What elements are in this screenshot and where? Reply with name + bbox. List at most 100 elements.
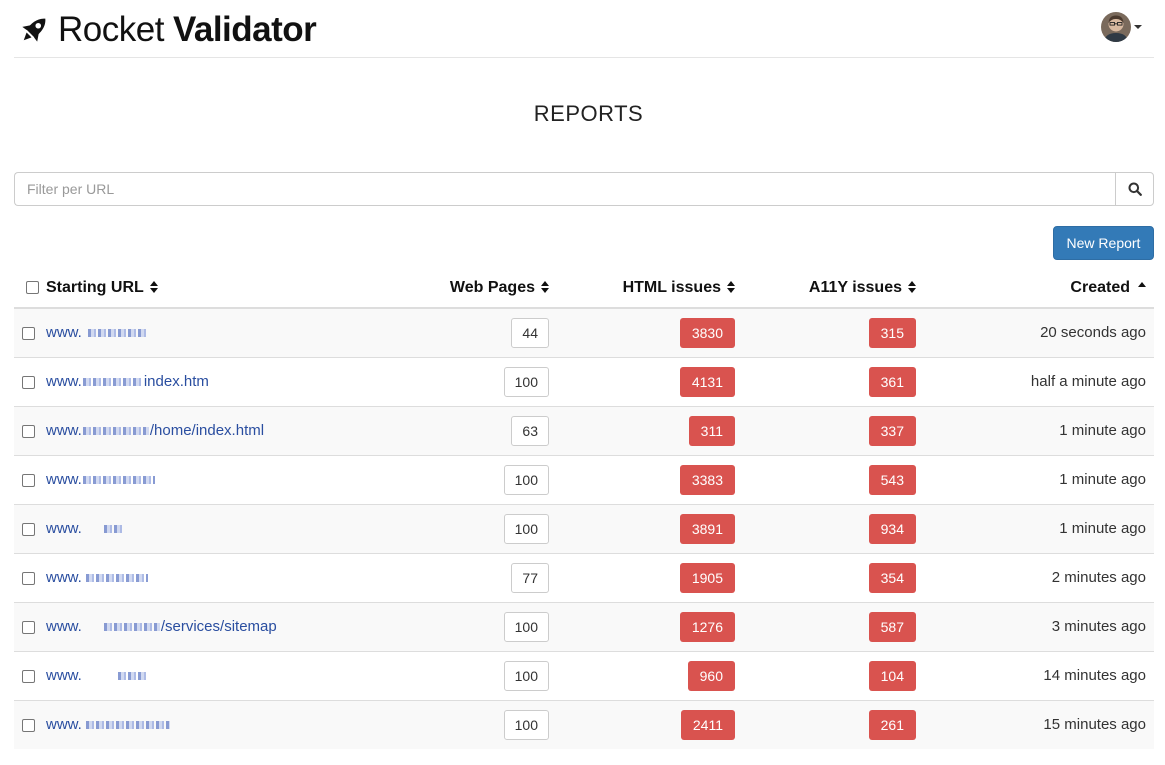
html-issues-badge[interactable]: 960 xyxy=(687,660,735,691)
brand-name: Rocket Validator xyxy=(58,10,317,50)
created-time: 15 minutes ago xyxy=(924,699,1154,749)
a11y-issues-cell: 934 xyxy=(743,503,924,553)
row-checkbox[interactable] xyxy=(22,424,35,438)
column-header-label[interactable]: Web Pages xyxy=(450,279,535,296)
sort-icon[interactable] xyxy=(149,281,158,294)
a11y-issues-badge[interactable]: 104 xyxy=(868,660,916,691)
row-select-cell xyxy=(14,356,42,406)
row-select-cell xyxy=(14,307,42,357)
starting-url-link[interactable]: www. /home/index.html xyxy=(46,422,264,439)
a11y-issues-badge[interactable]: 934 xyxy=(868,513,916,544)
new-report-button[interactable]: New Report xyxy=(1053,226,1154,260)
column-header-label[interactable]: HTML issues xyxy=(623,279,721,296)
a11y-issues-badge[interactable]: 543 xyxy=(868,464,916,495)
html-issues-badge[interactable]: 3383 xyxy=(679,464,735,495)
starting-url-link[interactable]: www. xyxy=(46,716,171,733)
starting-url-link[interactable]: www. xyxy=(46,324,147,341)
column-header-label[interactable]: Starting URL xyxy=(46,279,144,296)
a11y-issues-badge[interactable]: 337 xyxy=(868,415,916,446)
url-prefix: www. xyxy=(46,716,82,734)
chevron-down-icon xyxy=(1134,25,1142,29)
web-pages-count[interactable]: 44 xyxy=(511,317,549,348)
sort-icon[interactable] xyxy=(727,281,735,294)
row-checkbox[interactable] xyxy=(22,326,35,340)
brand-name-bold: Validator xyxy=(172,10,317,49)
web-pages-cell: 100 xyxy=(422,601,557,651)
html-issues-cell: 4131 xyxy=(557,356,743,406)
sort-icon[interactable] xyxy=(908,281,916,294)
starting-url-link[interactable]: www. index.htm xyxy=(46,373,209,390)
web-pages-count[interactable]: 77 xyxy=(511,562,549,593)
row-checkbox[interactable] xyxy=(22,718,35,732)
html-issues-cell: 1276 xyxy=(557,601,743,651)
web-pages-count[interactable]: 100 xyxy=(503,611,549,642)
a11y-issues-badge[interactable]: 361 xyxy=(868,366,916,397)
column-web-pages: Web Pages xyxy=(422,268,557,309)
row-checkbox[interactable] xyxy=(22,473,35,487)
row-checkbox[interactable] xyxy=(22,522,35,536)
html-issues-badge[interactable]: 4131 xyxy=(679,366,735,397)
row-select-cell xyxy=(14,503,42,553)
web-pages-cell: 100 xyxy=(422,699,557,749)
table-row: www. /home/index.html 63 311 337 1 minute… xyxy=(14,405,1154,455)
url-prefix: www. xyxy=(46,569,82,586)
row-select-cell xyxy=(14,552,42,602)
html-issues-badge[interactable]: 3891 xyxy=(679,513,735,544)
web-pages-cell: 100 xyxy=(422,503,557,553)
url-prefix: www. xyxy=(46,667,82,684)
sort-icon[interactable] xyxy=(541,281,549,294)
row-checkbox[interactable] xyxy=(22,669,35,683)
search-input[interactable] xyxy=(14,172,1115,206)
column-header-label[interactable]: A11Y issues xyxy=(809,279,902,296)
a11y-issues-cell: 337 xyxy=(743,405,924,455)
a11y-issues-badge[interactable]: 315 xyxy=(868,317,916,348)
search-button[interactable] xyxy=(1115,172,1154,206)
created-time: 2 minutes ago xyxy=(924,552,1154,602)
a11y-issues-badge[interactable]: 261 xyxy=(868,709,916,740)
html-issues-badge[interactable]: 3830 xyxy=(679,317,735,348)
a11y-issues-cell: 104 xyxy=(743,650,924,700)
url-path: index.htm xyxy=(143,373,209,390)
starting-url-link[interactable]: www. /services/sitemap xyxy=(46,618,277,635)
html-issues-badge[interactable]: 1276 xyxy=(679,611,735,642)
web-pages-count[interactable]: 100 xyxy=(503,464,549,495)
starting-url-link[interactable]: www. xyxy=(46,667,149,684)
web-pages-count[interactable]: 63 xyxy=(511,415,549,446)
row-checkbox[interactable] xyxy=(22,375,35,389)
html-issues-cell: 3830 xyxy=(557,307,743,357)
created-time: 20 seconds ago xyxy=(924,307,1154,357)
web-pages-count[interactable]: 100 xyxy=(503,709,549,740)
starting-url-link[interactable]: www. xyxy=(46,569,149,586)
a11y-issues-badge[interactable]: 354 xyxy=(868,562,916,593)
redacted-domain xyxy=(82,475,155,484)
redacted-domain xyxy=(103,622,160,631)
url-cell: www. xyxy=(42,650,422,700)
sort-ascending-icon[interactable] xyxy=(1138,281,1146,287)
created-time: 3 minutes ago xyxy=(924,601,1154,651)
page-title: REPORTS xyxy=(533,101,644,126)
reports-page: Rocket Validator REPORTS Filter per URL … xyxy=(0,0,1165,765)
web-pages-count[interactable]: 100 xyxy=(503,366,549,397)
row-checkbox[interactable] xyxy=(22,571,35,585)
column-header-label[interactable]: Created xyxy=(1070,279,1130,296)
a11y-issues-badge[interactable]: 587 xyxy=(868,611,916,642)
html-issues-badge[interactable]: 311 xyxy=(688,415,735,446)
row-checkbox[interactable] xyxy=(22,620,35,634)
redacted-domain xyxy=(82,377,143,386)
html-issues-badge[interactable]: 1905 xyxy=(679,562,735,593)
row-select-cell xyxy=(14,454,42,504)
web-pages-count[interactable]: 100 xyxy=(503,513,549,544)
select-all-checkbox[interactable] xyxy=(25,280,39,294)
table-row: www. 100 2411 261 15 minutes ago xyxy=(14,699,1154,749)
a11y-issues-cell: 587 xyxy=(743,601,924,651)
user-menu-toggle[interactable] xyxy=(1101,12,1142,42)
html-issues-badge[interactable]: 2411 xyxy=(680,709,735,740)
brand-logo[interactable]: Rocket Validator xyxy=(16,10,317,50)
starting-url-link[interactable]: www. xyxy=(46,471,156,488)
column-starting-url: Starting URL xyxy=(42,268,422,309)
starting-url-link[interactable]: www. xyxy=(46,520,125,537)
web-pages-cell: 63 xyxy=(422,405,557,455)
row-select-cell xyxy=(14,650,42,700)
row-select-cell xyxy=(14,601,42,651)
web-pages-count[interactable]: 100 xyxy=(503,660,549,691)
